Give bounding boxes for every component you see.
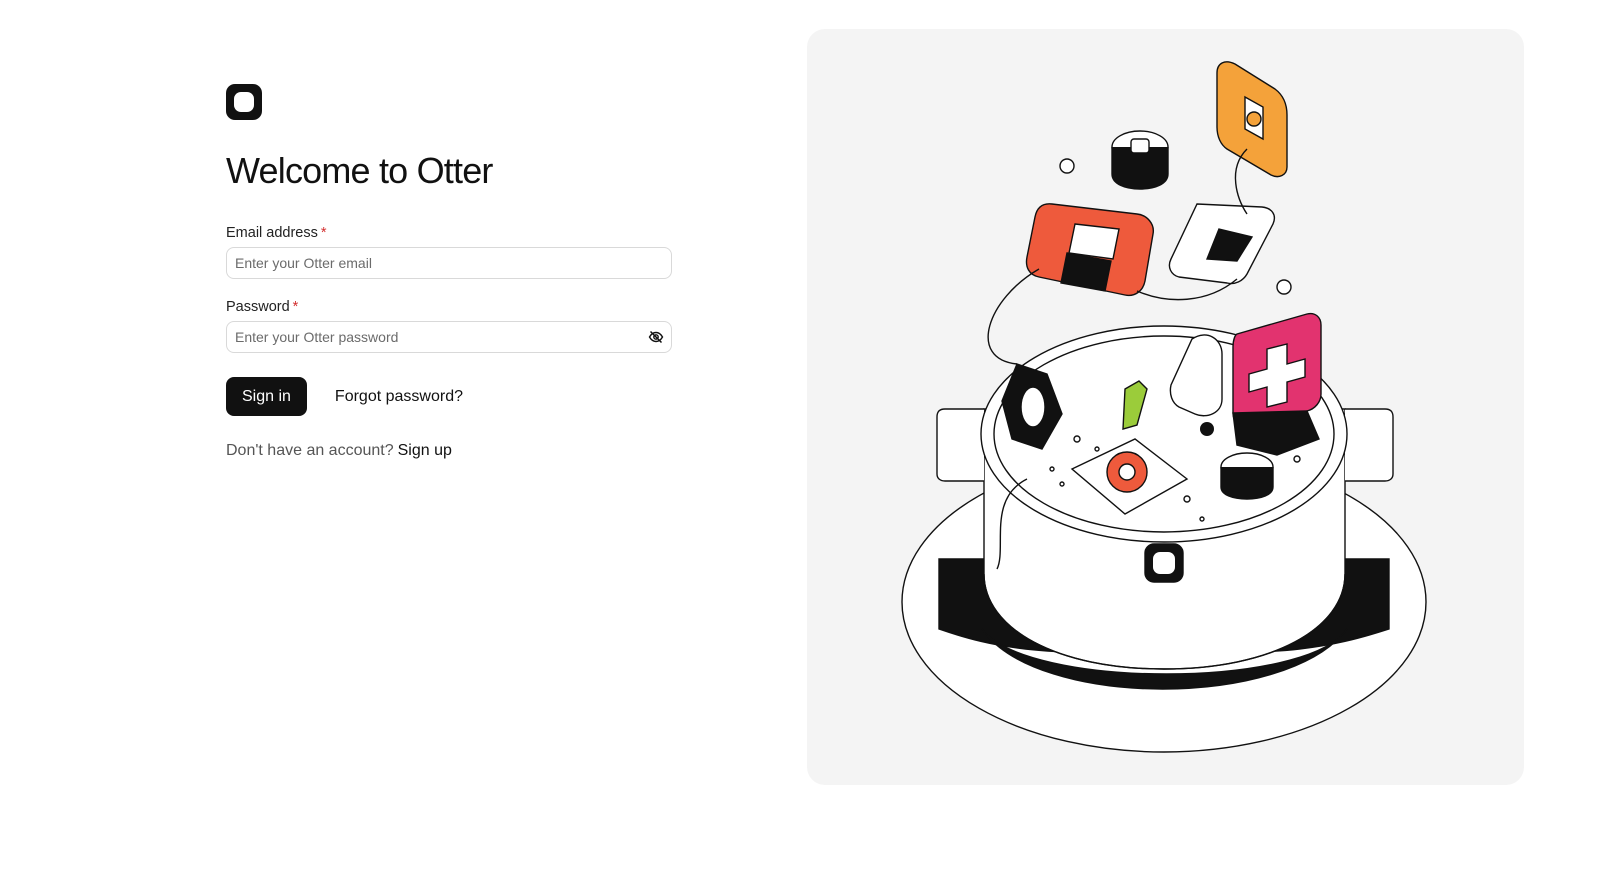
password-label: Password * <box>226 299 672 315</box>
sign-in-button[interactable]: Sign in <box>226 377 307 416</box>
cooking-pot-illustration <box>901 61 1427 753</box>
otter-logo-icon <box>226 84 262 120</box>
password-group: Password * <box>226 299 672 353</box>
password-input[interactable] <box>226 321 672 353</box>
required-mark: * <box>320 225 327 241</box>
form-actions: Sign in Forgot password? <box>226 377 672 416</box>
email-input[interactable] <box>226 247 672 279</box>
login-form: Welcome to Otter Email address* Password… <box>226 84 672 460</box>
sign-up-link[interactable]: Sign up <box>398 442 452 459</box>
email-label: Email address * <box>226 225 672 241</box>
signup-prompt: Don't have an account? <box>226 442 394 459</box>
page-title: Welcome to Otter <box>226 150 493 191</box>
signup-row: Don't have an account? Sign up <box>226 442 672 460</box>
email-group: Email address * <box>226 225 672 279</box>
eye-off-icon[interactable] <box>648 329 664 345</box>
password-label-text: Password <box>226 299 290 315</box>
password-input-wrap <box>226 321 672 353</box>
illustration-panel <box>807 29 1524 785</box>
forgot-password-link[interactable]: Forgot password? <box>335 388 463 406</box>
email-label-text: Email address <box>226 225 318 241</box>
login-page: Welcome to Otter Email address* Password… <box>0 0 1600 895</box>
email-input-wrap <box>226 247 672 279</box>
required-mark: * <box>292 299 299 315</box>
